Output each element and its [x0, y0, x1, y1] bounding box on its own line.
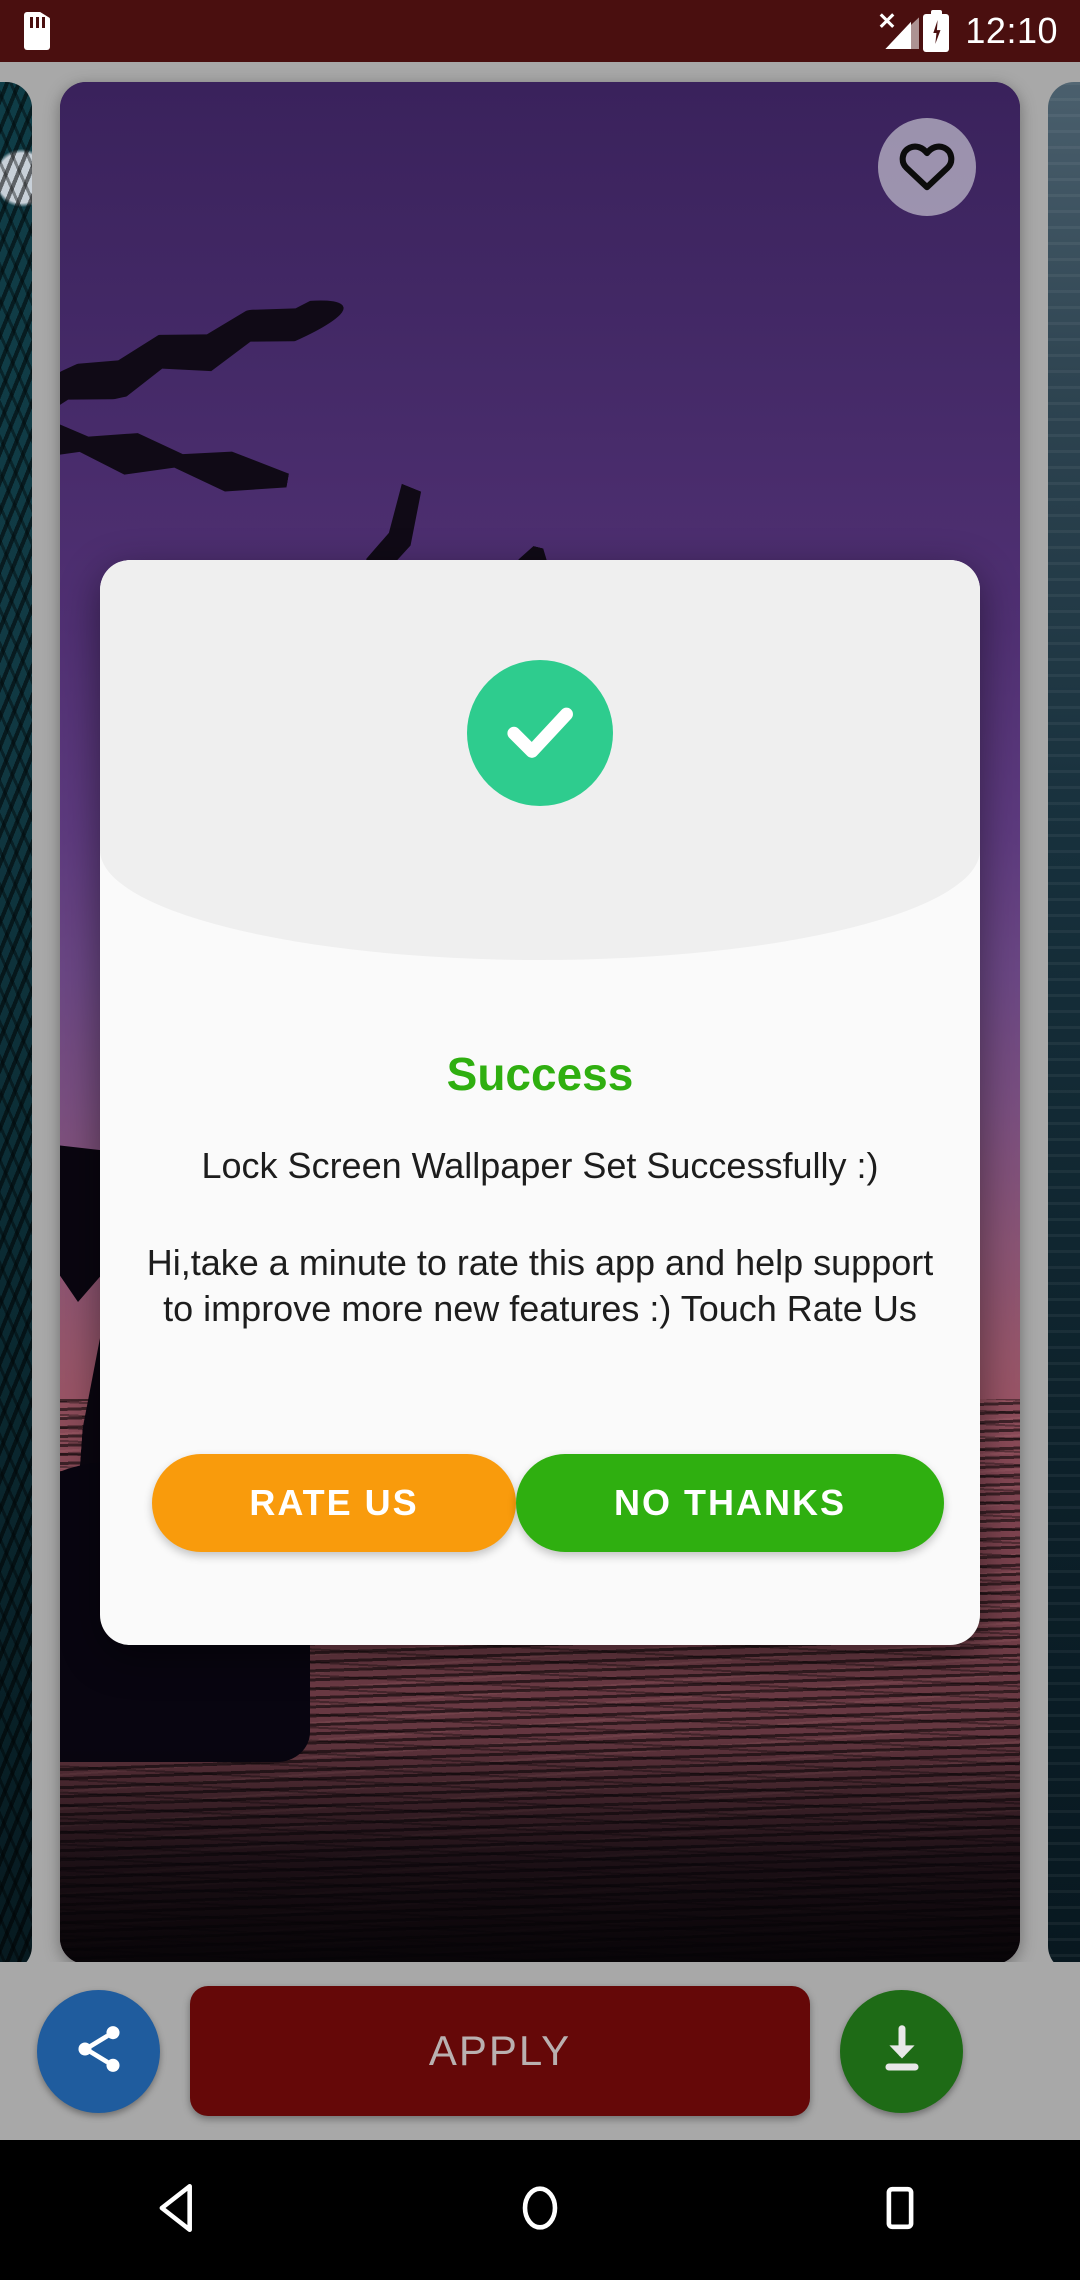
dialog-message: Hi,take a minute to rate this app and he… — [146, 1242, 934, 1329]
back-triangle-icon — [151, 2179, 209, 2242]
status-bar: ✕ 12:10 — [0, 0, 1080, 62]
android-navigation-bar — [0, 2140, 1080, 2280]
dialog-title: Success — [446, 1048, 634, 1100]
rate-us-button[interactable]: RATE US — [152, 1454, 516, 1552]
success-badge — [467, 660, 613, 806]
nav-recents-button[interactable] — [815, 2140, 985, 2280]
favorite-button[interactable] — [878, 118, 976, 216]
dialog-button-row: RATE US NO THANKS — [100, 1454, 980, 1552]
checkmark-icon — [494, 685, 586, 782]
share-button[interactable] — [37, 1989, 160, 2113]
apply-button[interactable]: APPLY — [190, 1986, 810, 2116]
nav-home-button[interactable] — [455, 2140, 625, 2280]
apply-button-label: APPLY — [428, 2027, 572, 2074]
no-thanks-label: NO THANKS — [614, 1482, 846, 1523]
phone-screen: APPLY Success Lock Screen Wallpaper Set … — [0, 0, 1080, 2280]
download-icon — [875, 2022, 929, 2081]
sd-card-icon — [24, 12, 50, 50]
recents-square-icon — [871, 2179, 929, 2242]
download-button[interactable] — [840, 1989, 963, 2113]
success-dialog: Success Lock Screen Wallpaper Set Succes… — [100, 560, 980, 1645]
heart-outline-icon — [899, 139, 955, 196]
wallpaper-card-next[interactable] — [1048, 82, 1080, 1972]
battery-charging-icon — [923, 10, 951, 52]
share-icon — [71, 2021, 127, 2082]
nav-back-button[interactable] — [95, 2140, 265, 2280]
wallpaper-card-previous[interactable] — [0, 82, 32, 1972]
wallpaper-action-bar: APPLY — [0, 1962, 1080, 2140]
no-signal-icon: ✕ — [873, 10, 920, 51]
status-bar-clock: 12:10 — [965, 10, 1058, 51]
card-bottom-shade — [60, 1734, 1020, 1964]
dialog-subtitle: Lock Screen Wallpaper Set Successfully :… — [201, 1145, 879, 1186]
status-bar-right: ✕ 12:10 — [873, 10, 1058, 52]
home-circle-icon — [511, 2179, 569, 2242]
no-thanks-button[interactable]: NO THANKS — [516, 1454, 944, 1552]
rate-us-label: RATE US — [249, 1482, 419, 1523]
